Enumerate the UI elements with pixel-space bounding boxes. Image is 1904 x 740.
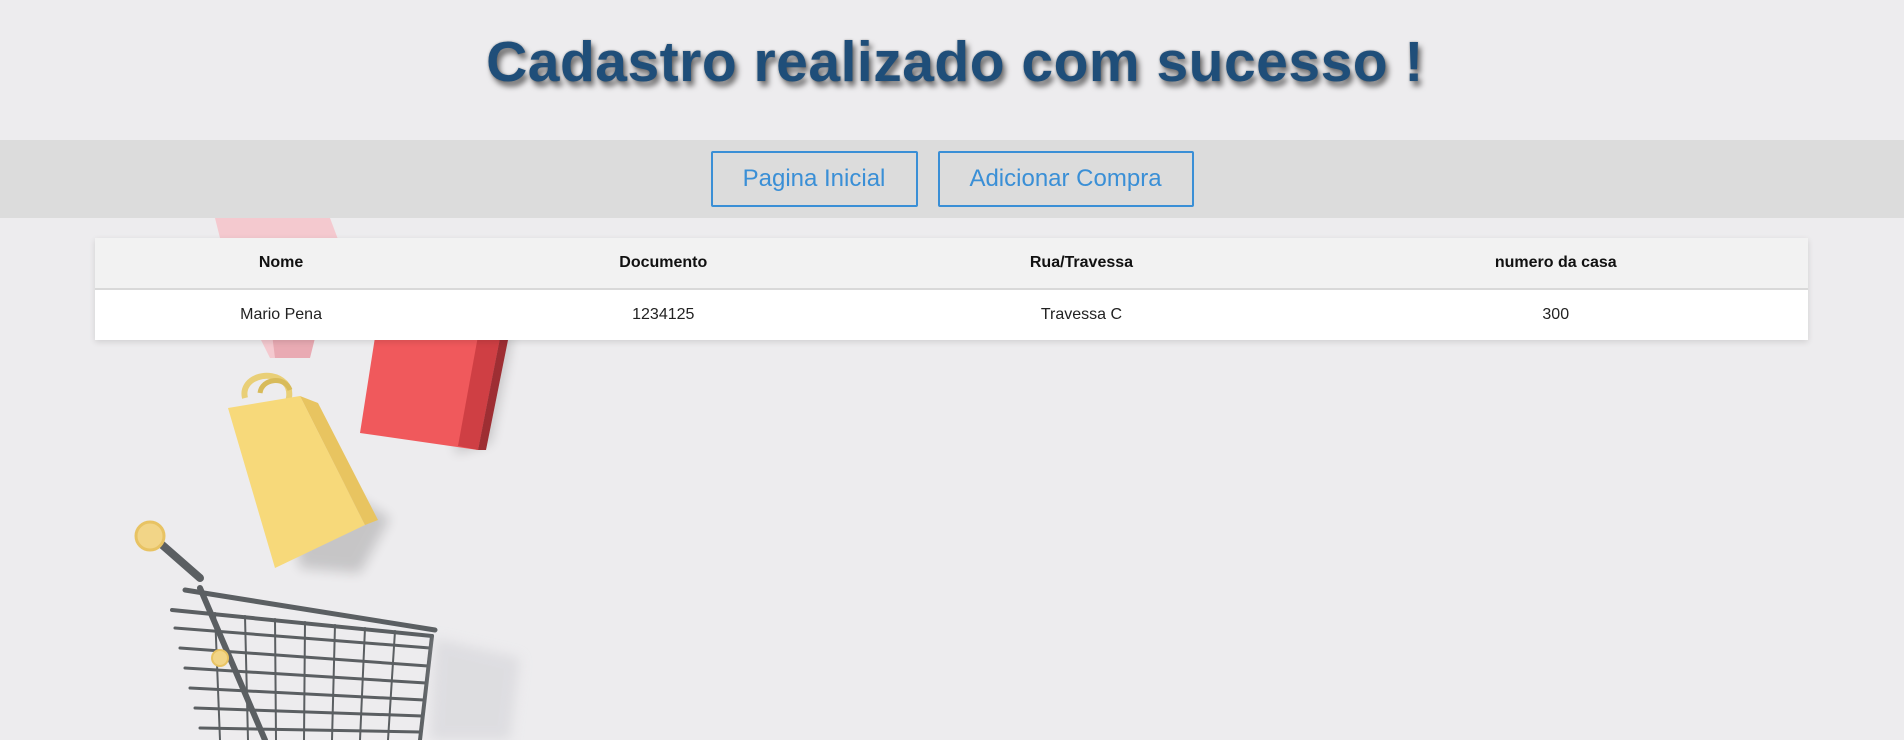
page: Cadastro realizado com sucesso ! Pagina … bbox=[0, 0, 1904, 740]
header: Cadastro realizado com sucesso ! bbox=[0, 0, 1904, 140]
add-purchase-button[interactable]: Adicionar Compra bbox=[937, 151, 1194, 207]
cell-documento: 1234125 bbox=[467, 289, 860, 340]
column-header-documento: Documento bbox=[467, 238, 860, 290]
column-header-numero-da-casa: numero da casa bbox=[1303, 238, 1808, 290]
cell-numero-da-casa: 300 bbox=[1303, 289, 1808, 340]
column-header-nome: Nome bbox=[95, 238, 468, 290]
table-row: Mario Pena 1234125 Travessa C 300 bbox=[95, 289, 1808, 340]
registration-table: Nome Documento Rua/Travessa numero da ca… bbox=[95, 238, 1808, 340]
column-header-rua-travessa: Rua/Travessa bbox=[859, 238, 1304, 290]
table-header-row: Nome Documento Rua/Travessa numero da ca… bbox=[95, 238, 1808, 290]
nav-bar: Pagina Inicial Adicionar Compra bbox=[0, 140, 1904, 218]
cell-rua-travessa: Travessa C bbox=[859, 289, 1304, 340]
page-title: Cadastro realizado com sucesso ! bbox=[486, 30, 1424, 94]
cell-nome: Mario Pena bbox=[95, 289, 468, 340]
home-button[interactable]: Pagina Inicial bbox=[710, 151, 918, 207]
